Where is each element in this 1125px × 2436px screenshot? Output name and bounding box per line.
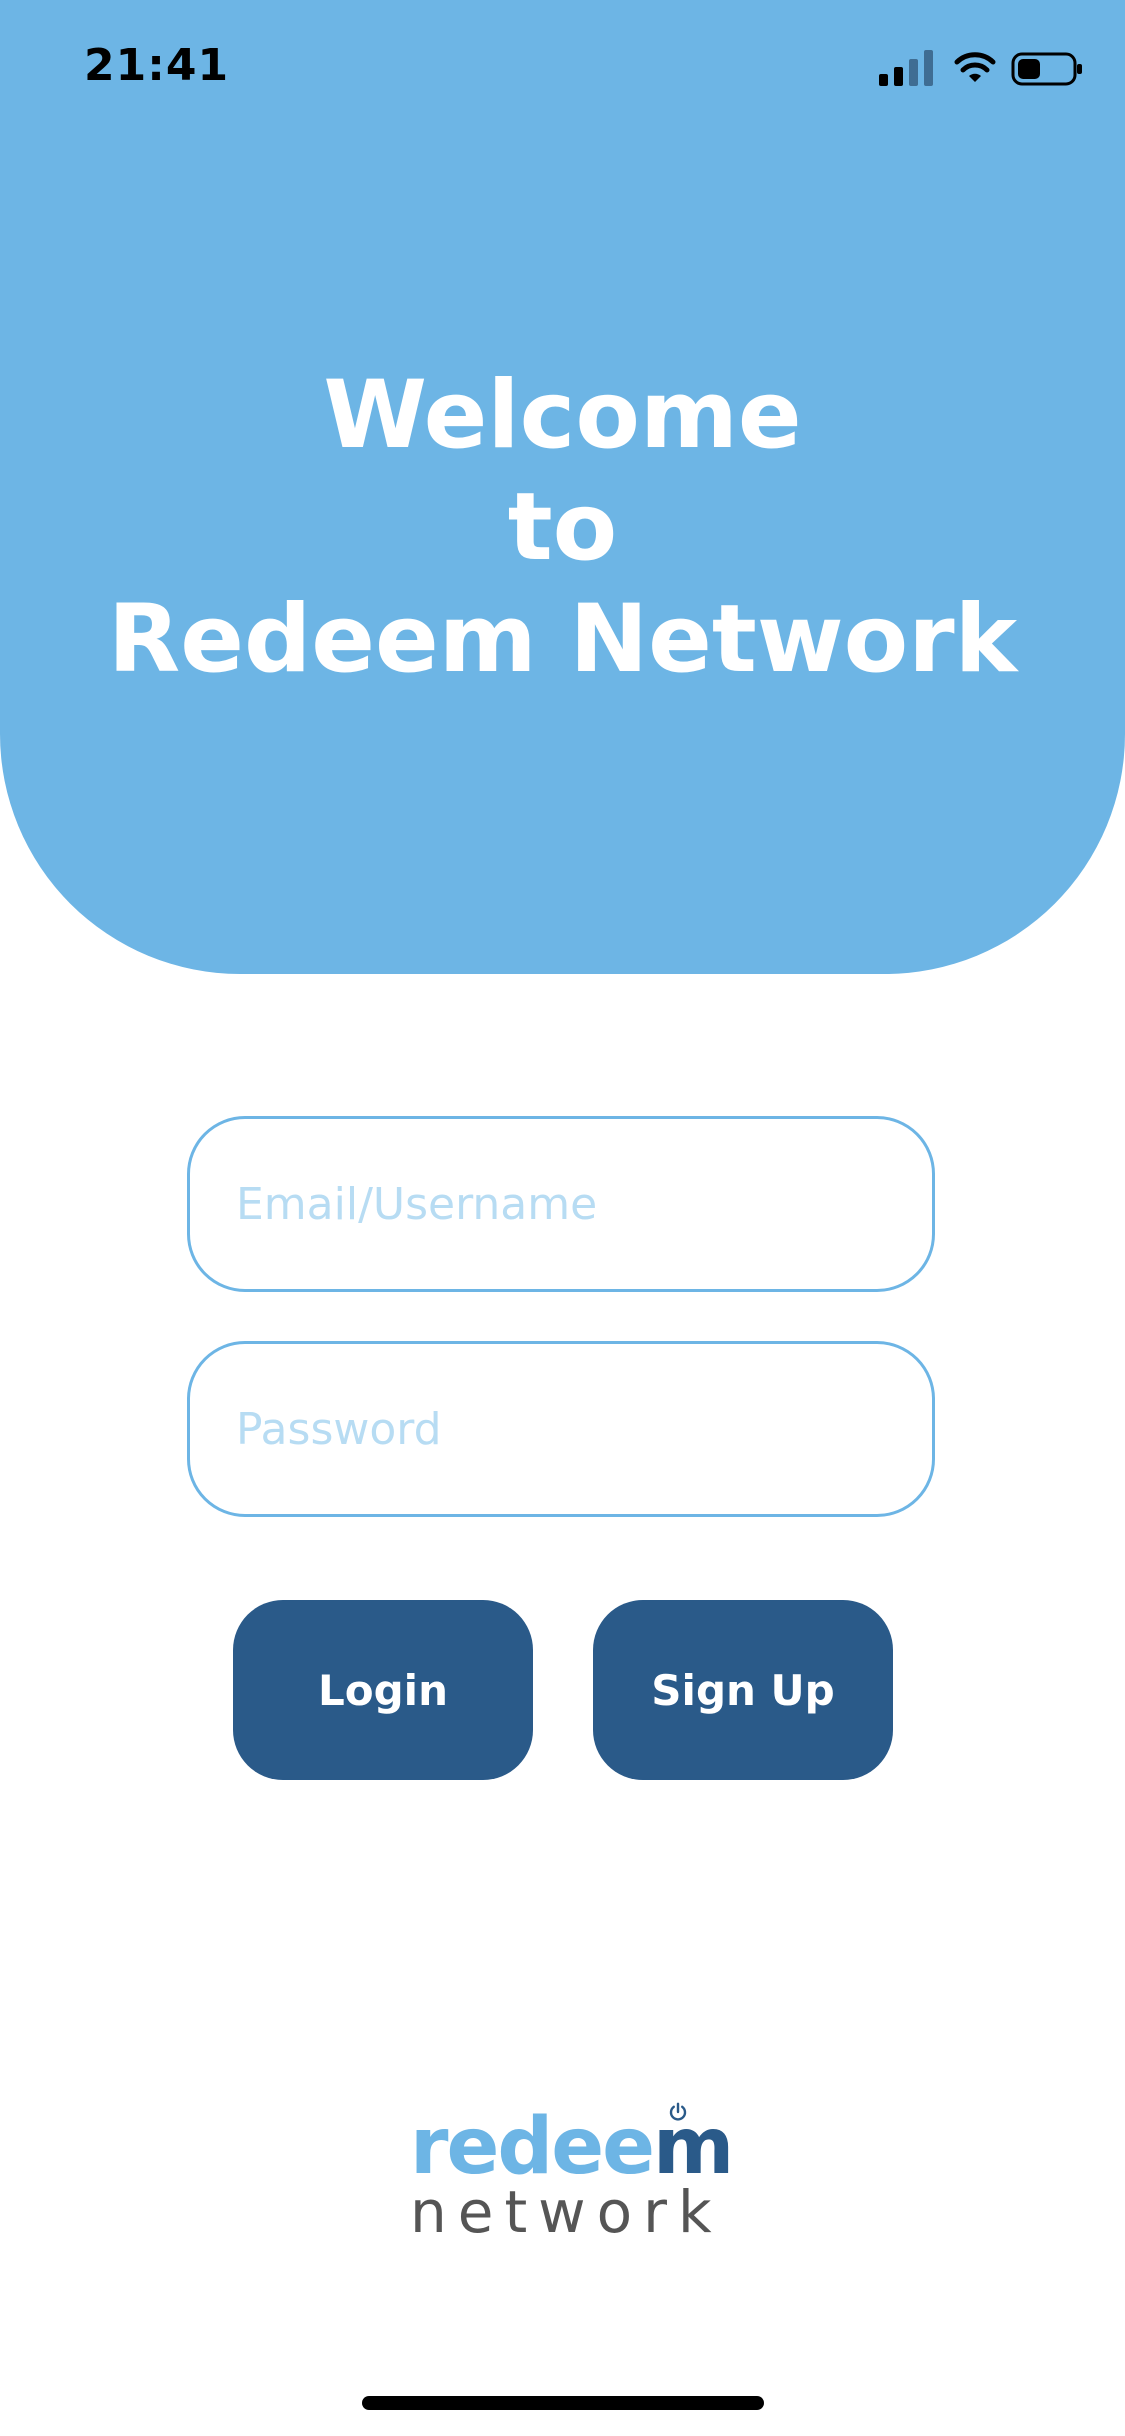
email-username-input[interactable]	[187, 1116, 935, 1292]
home-indicator[interactable]	[362, 2396, 764, 2410]
welcome-line-2: to	[507, 473, 618, 582]
status-icons	[879, 46, 1083, 90]
logo-bottom-text: network	[410, 2178, 723, 2246]
welcome-title: Welcome to Redeem Network	[0, 360, 1125, 696]
login-label: Login	[318, 1665, 448, 1715]
login-button[interactable]: Login	[233, 1600, 533, 1780]
sign-up-label: Sign Up	[651, 1665, 835, 1715]
password-input[interactable]	[187, 1341, 935, 1517]
wifi-icon	[954, 52, 996, 82]
welcome-header: 21:41 Welcome to Redeem Network	[0, 0, 1125, 974]
signal-icon	[879, 50, 933, 86]
battery-icon	[1011, 52, 1082, 86]
power-icon	[669, 2102, 687, 2121]
redeem-network-logo: redeem network	[410, 2102, 734, 2242]
welcome-line-1: Welcome	[323, 361, 802, 470]
sign-up-button[interactable]: Sign Up	[593, 1600, 893, 1780]
status-time: 21:41	[84, 40, 230, 91]
welcome-line-3: Redeem Network	[107, 585, 1018, 694]
